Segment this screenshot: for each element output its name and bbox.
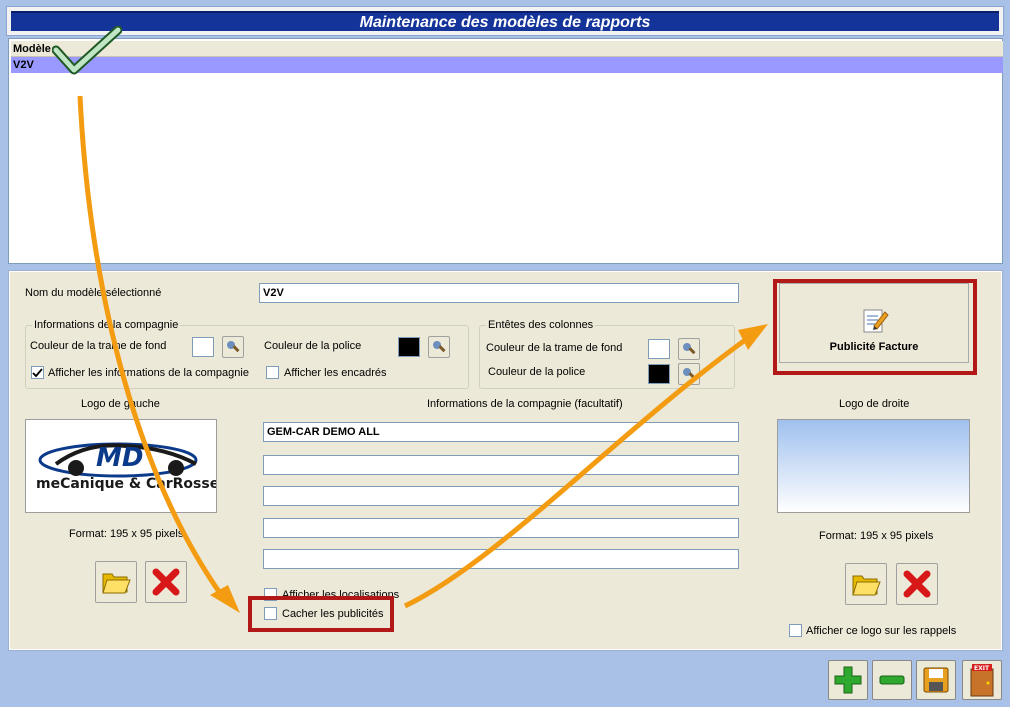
exit-button[interactable]: EXIT (962, 660, 1002, 700)
company-info-group: Informations de la compagnie Couleur de … (25, 319, 469, 389)
company-info-line-1[interactable]: GEM-CAR DEMO ALL (263, 422, 739, 442)
left-logo-label: Logo de gauche (81, 398, 160, 410)
company-font-color-swatch (398, 337, 420, 357)
folder-open-icon (102, 573, 131, 594)
right-logo-label: Logo de droite (839, 398, 910, 410)
company-info-group-title: Informations de la compagnie (32, 319, 181, 331)
red-x-icon (152, 568, 180, 596)
right-logo-format: Format: 195 x 95 pixels (819, 530, 934, 542)
add-button[interactable] (828, 660, 868, 700)
list-header-model[interactable]: Modèle (11, 41, 1003, 57)
title-bar: Maintenance des modèles de rapports (6, 6, 1004, 36)
highlight-box (248, 596, 394, 632)
red-x-icon (903, 570, 931, 598)
show-company-info-label: Afficher les informations de la compagni… (48, 367, 249, 379)
company-bg-color-swatch (192, 337, 214, 357)
right-logo-browse-button[interactable] (845, 563, 887, 605)
show-frames-checkbox[interactable] (266, 366, 279, 379)
company-info-line-2[interactable] (263, 455, 739, 475)
highlight-box (773, 279, 977, 375)
show-logo-on-reminders-label: Afficher ce logo sur les rappels (806, 625, 957, 637)
exit-door-icon: EXIT (970, 664, 994, 697)
save-button[interactable] (916, 660, 956, 700)
left-logo-image: MD meCanique & CarRosserie (25, 419, 240, 513)
form-panel: Nom du modèle sélectionné V2V Informatio… (8, 270, 1003, 651)
right-logo-delete-button[interactable] (896, 563, 938, 605)
columns-font-color-label: Couleur de la police (488, 366, 586, 378)
logo-bottom-text: meCanique & CarRosserie (36, 476, 216, 492)
company-bg-color-label: Couleur de la trame de fond (30, 340, 167, 352)
show-logo-on-reminders-checkbox[interactable] (789, 624, 802, 637)
company-font-color-picker-button[interactable] (428, 336, 450, 358)
company-info-label: Informations de la compagnie (facultatif… (427, 398, 623, 410)
list-item[interactable]: V2V (11, 57, 1003, 73)
right-logo-image (777, 419, 970, 513)
show-frames-label: Afficher les encadrés (284, 367, 387, 379)
checkmark-icon (52, 26, 122, 75)
eyedropper-icon (433, 341, 446, 353)
left-logo-delete-button[interactable] (145, 561, 187, 603)
company-info-line-3[interactable] (263, 486, 739, 506)
left-logo-format: Format: 195 x 95 pixels (69, 528, 184, 540)
eyedropper-icon (683, 368, 696, 380)
company-info-line-4[interactable] (263, 518, 739, 538)
company-info-line-5[interactable] (263, 549, 739, 569)
show-company-info-checkbox[interactable] (31, 366, 44, 379)
company-logo: MD meCanique & CarRosserie (36, 442, 240, 492)
checkmark-icon (32, 368, 43, 378)
model-list[interactable]: Modèle V2V (8, 38, 1003, 264)
model-name-field[interactable]: V2V (259, 283, 739, 303)
company-bg-color-picker-button[interactable] (222, 336, 244, 358)
left-logo-browse-button[interactable] (95, 561, 137, 603)
eyedropper-icon (227, 341, 240, 353)
columns-bg-color-swatch (648, 339, 670, 359)
eyedropper-icon (683, 343, 696, 355)
remove-button[interactable] (872, 660, 912, 700)
company-font-color-label: Couleur de la police (264, 340, 362, 352)
minus-icon (879, 675, 905, 685)
logo-top-text: MD (96, 443, 143, 473)
columns-bg-color-label: Couleur de la trame de fond (486, 342, 623, 354)
columns-bg-color-picker-button[interactable] (678, 338, 700, 360)
column-headers-group: Entêtes des colonnes Couleur de la trame… (479, 319, 735, 389)
plus-icon (834, 666, 862, 694)
model-name-label: Nom du modèle sélectionné (25, 287, 162, 299)
window-title: Maintenance des modèles de rapports (11, 11, 999, 31)
folder-open-icon (852, 575, 881, 596)
columns-font-color-picker-button[interactable] (678, 363, 700, 385)
column-headers-group-title: Entêtes des colonnes (486, 319, 596, 331)
columns-font-color-swatch (648, 364, 670, 384)
floppy-disk-icon (923, 667, 949, 693)
exit-label: EXIT (974, 665, 990, 672)
